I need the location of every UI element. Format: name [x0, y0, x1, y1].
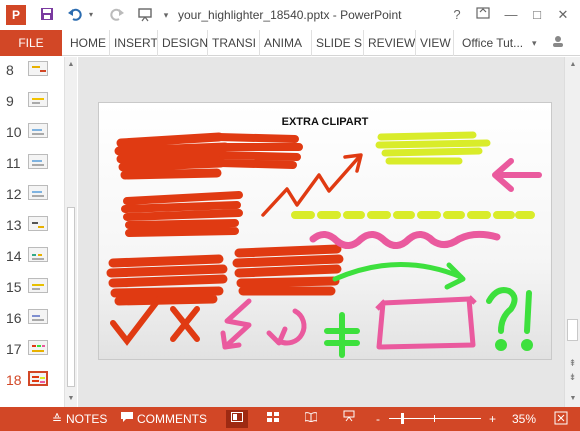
slide-thumbnail[interactable]: 16	[0, 305, 62, 336]
scroll-up-icon[interactable]: ▲	[65, 59, 77, 71]
slide-thumbnail-active[interactable]: 18	[0, 367, 62, 398]
close-icon[interactable]: ✕	[552, 5, 574, 25]
notes-icon[interactable]: ≙	[48, 411, 66, 427]
window-title: your_highlighter_18540.pptx - PowerPoint	[178, 8, 402, 22]
editor-scrollbar[interactable]: ▲ ⇞ ⇟ ▼	[564, 57, 580, 407]
slide-preview[interactable]	[28, 340, 48, 355]
from-beginning-icon[interactable]	[136, 6, 154, 24]
scroll-thumb[interactable]	[67, 207, 75, 387]
slide-preview[interactable]	[28, 154, 48, 169]
save-icon[interactable]	[38, 6, 56, 24]
normal-view-button[interactable]	[226, 410, 248, 428]
account-name[interactable]: Office Tut...	[462, 30, 523, 56]
undo-icon[interactable]	[66, 6, 84, 24]
green-equals-plus	[324, 312, 360, 358]
slide-preview[interactable]	[28, 216, 48, 231]
minimize-icon[interactable]: —	[500, 5, 522, 25]
slide-show-button[interactable]	[338, 410, 360, 428]
tab-animations[interactable]: ANIMA	[260, 30, 312, 56]
maximize-icon[interactable]: □	[526, 5, 548, 25]
clipart-artwork	[106, 131, 542, 358]
scroll-down-icon[interactable]: ▼	[566, 393, 580, 405]
status-bar: ≙ NOTES COMMENTS - + 35%	[0, 407, 580, 431]
slide-thumbnail[interactable]: 17	[0, 336, 62, 367]
comments-button[interactable]: COMMENTS	[137, 407, 207, 431]
slide-thumbnail[interactable]: 8	[0, 57, 62, 88]
ribbon-display-icon[interactable]	[472, 5, 494, 25]
tab-file[interactable]: FILE	[0, 30, 62, 56]
slide-preview[interactable]	[28, 278, 48, 293]
slide-preview[interactable]	[28, 61, 48, 76]
zoom-slider-handle[interactable]	[401, 413, 404, 424]
title-bar: P ▾ ▾ your_highlighter_18540.pptx - Powe…	[0, 0, 580, 30]
fit-to-window-icon[interactable]	[552, 411, 570, 427]
zoom-out-button[interactable]: -	[376, 407, 380, 431]
scroll-thumb[interactable]	[567, 319, 578, 341]
ribbon-tabs: FILE HOME INSERT DESIGN TRANSI ANIMA SLI…	[0, 30, 580, 56]
slide-number: 9	[6, 93, 14, 109]
slide-thumbnail[interactable]: 13	[0, 212, 62, 243]
slide-thumbnail[interactable]: 10	[0, 119, 62, 150]
slide-preview[interactable]	[28, 247, 48, 262]
pink-left-arrow	[492, 158, 542, 192]
powerpoint-app-icon: P	[6, 5, 26, 25]
pink-rectangle	[375, 295, 477, 350]
slide-number: 8	[6, 62, 14, 78]
pink-wave-stroke	[309, 230, 501, 249]
slide-number: 15	[6, 279, 22, 295]
slide-preview[interactable]	[28, 123, 48, 138]
slide-preview[interactable]	[28, 371, 48, 386]
slide-thumbnails-pane: 8 9 10 11 12 13 14 15 16 17 18	[0, 57, 62, 407]
reading-view-button[interactable]	[300, 410, 322, 428]
customize-icon[interactable]: ▾	[160, 6, 172, 24]
slide-number: 17	[6, 341, 22, 357]
scroll-down-icon[interactable]: ▼	[65, 393, 77, 405]
tab-slide-show[interactable]: SLIDE S	[312, 30, 364, 56]
account-avatar-icon[interactable]	[548, 34, 568, 52]
previous-slide-icon[interactable]: ⇞	[567, 357, 578, 369]
help-icon[interactable]: ?	[446, 5, 468, 25]
current-slide[interactable]: EXTRA CLIPART	[98, 102, 552, 360]
tab-insert[interactable]: INSERT	[110, 30, 158, 56]
zoom-level[interactable]: 35%	[512, 407, 536, 431]
slide-title[interactable]: EXTRA CLIPART	[99, 116, 551, 128]
slide-preview[interactable]	[28, 185, 48, 200]
thumbnails-scrollbar[interactable]: ▲ ▼	[64, 57, 77, 407]
tab-design[interactable]: DESIGN	[158, 30, 208, 56]
slide-number: 12	[6, 186, 22, 202]
tab-transitions[interactable]: TRANSI	[208, 30, 260, 56]
undo-dropdown-icon[interactable]: ▾	[86, 6, 96, 24]
comments-icon[interactable]	[118, 411, 136, 427]
slide-number: 13	[6, 217, 22, 233]
next-slide-icon[interactable]: ⇟	[567, 371, 578, 383]
zoom-in-button[interactable]: +	[489, 407, 496, 431]
slide-number: 16	[6, 310, 22, 326]
slide-preview[interactable]	[28, 309, 48, 324]
slide-sorter-view-button[interactable]	[262, 410, 284, 428]
slide-preview[interactable]	[28, 92, 48, 107]
slide-number: 10	[6, 124, 22, 140]
slide-thumbnail[interactable]: 15	[0, 274, 62, 305]
slide-thumbnail[interactable]: 9	[0, 88, 62, 119]
account-dropdown-icon[interactable]: ▾	[532, 30, 537, 56]
tab-review[interactable]: REVIEW	[364, 30, 416, 56]
slide-number: 11	[6, 155, 21, 171]
notes-button[interactable]: NOTES	[66, 407, 107, 431]
tab-view[interactable]: VIEW	[416, 30, 454, 56]
slide-number: 14	[6, 248, 22, 264]
slide-editor: EXTRA CLIPART	[78, 57, 564, 407]
slide-thumbnail[interactable]: 14	[0, 243, 62, 274]
slide-thumbnail[interactable]: 11	[0, 150, 62, 181]
zoom-slider-center-tick	[434, 415, 435, 422]
pink-lightning-and-loop	[220, 298, 307, 350]
green-curved-arrow	[332, 262, 466, 290]
slide-thumbnail[interactable]: 12	[0, 181, 62, 212]
scroll-up-icon[interactable]: ▲	[566, 59, 580, 71]
tab-home[interactable]: HOME	[66, 30, 110, 56]
green-question-exclamation	[486, 287, 533, 351]
redo-icon[interactable]	[108, 6, 126, 24]
slide-number: 18	[6, 372, 22, 388]
